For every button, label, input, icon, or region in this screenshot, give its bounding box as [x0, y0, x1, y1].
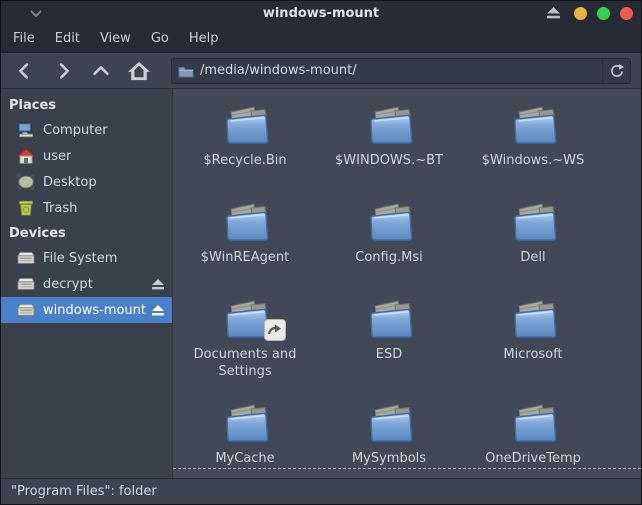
file-item[interactable]: Config.Msi	[317, 200, 461, 297]
folder-icon	[509, 200, 557, 244]
statusbar: "Program Files": folder	[1, 478, 641, 504]
refresh-button[interactable]	[602, 59, 630, 83]
desktop-icon	[17, 174, 35, 190]
file-name: Dell	[520, 250, 545, 267]
menu-edit[interactable]: Edit	[45, 26, 90, 51]
folder-icon	[221, 297, 269, 341]
forward-button[interactable]	[49, 57, 77, 85]
chevron-right-icon	[52, 60, 74, 82]
sidebar-item-computer[interactable]: Computer	[1, 117, 172, 143]
maximize-button[interactable]	[597, 7, 610, 20]
file-item[interactable]: OneDriveTemp	[461, 401, 605, 468]
trash-icon	[17, 200, 35, 216]
sidebar-item-desktop[interactable]: Desktop	[1, 169, 172, 195]
titlebar: windows-mount	[1, 1, 641, 25]
sidebar: Places Computer user Desktop Trash Devic…	[1, 89, 173, 478]
file-item[interactable]: Dell	[461, 200, 605, 297]
folder-icon	[221, 200, 269, 244]
drive-icon	[17, 250, 35, 266]
places-header: Places	[1, 93, 172, 117]
file-name: Documents and Settings	[179, 347, 311, 380]
path-input[interactable]: /media/windows-mount/	[200, 63, 602, 78]
menubar: File Edit View Go Help	[1, 25, 641, 53]
titlebar-eject-button[interactable]	[547, 7, 560, 19]
file-view[interactable]: $Recycle.Bin $WINDOWS.~BT $Windows.~WS $…	[173, 89, 641, 478]
minimize-button[interactable]	[574, 7, 587, 20]
folder-icon	[365, 200, 413, 244]
folder-icon	[509, 297, 557, 341]
home-folder-icon	[17, 148, 35, 164]
home-icon	[127, 60, 151, 82]
refresh-icon	[609, 63, 625, 79]
eject-icon	[152, 279, 164, 290]
status-text: "Program Files": folder	[11, 484, 157, 499]
file-name: $WinREAgent	[201, 250, 289, 267]
symlink-arrow-icon	[268, 324, 282, 336]
menu-view[interactable]: View	[90, 26, 141, 51]
file-item[interactable]: MySymbols	[317, 401, 461, 468]
eject-icon	[547, 7, 560, 19]
file-item[interactable]: Microsoft	[461, 297, 605, 401]
eject-decrypt-button[interactable]	[152, 279, 164, 290]
eject-windows-mount-button[interactable]	[152, 305, 164, 316]
sidebar-item-windows-mount[interactable]: windows-mount	[1, 297, 172, 323]
file-item[interactable]: $Windows.~WS	[461, 103, 605, 200]
home-button[interactable]	[125, 57, 153, 85]
chevron-left-icon	[14, 60, 36, 82]
chevron-up-icon	[90, 60, 112, 82]
folder-icon	[365, 401, 413, 445]
file-item-symlink[interactable]: Documents and Settings	[173, 297, 317, 401]
menu-go[interactable]: Go	[141, 26, 179, 51]
folder-icon	[365, 297, 413, 341]
file-item[interactable]: $WinREAgent	[173, 200, 317, 297]
menu-file[interactable]: File	[3, 26, 45, 51]
file-item[interactable]: $WINDOWS.~BT	[317, 103, 461, 200]
computer-icon	[17, 122, 35, 138]
devices-header: Devices	[1, 221, 172, 245]
window-menu-button[interactable]	[27, 1, 45, 25]
folder-small-icon	[178, 64, 194, 78]
file-name: $Windows.~WS	[482, 153, 584, 170]
file-name: ESD	[376, 347, 402, 364]
file-item[interactable]: $Recycle.Bin	[173, 103, 317, 200]
file-item[interactable]: ESD	[317, 297, 461, 401]
window-title: windows-mount	[263, 6, 379, 21]
file-name: Microsoft	[503, 347, 562, 364]
up-button[interactable]	[87, 57, 115, 85]
file-grid: $Recycle.Bin $WINDOWS.~BT $Windows.~WS $…	[173, 89, 641, 468]
file-name: MyCache	[215, 451, 274, 468]
eject-icon	[152, 305, 164, 316]
toolbar: /media/windows-mount/	[1, 53, 641, 89]
folder-icon	[365, 103, 413, 147]
sidebar-item-decrypt[interactable]: decrypt	[1, 271, 172, 297]
menu-help[interactable]: Help	[179, 26, 229, 51]
sidebar-item-user[interactable]: user	[1, 143, 172, 169]
back-button[interactable]	[11, 57, 39, 85]
folder-icon	[509, 401, 557, 445]
drive-icon	[17, 276, 35, 292]
sidebar-item-file-system[interactable]: File System	[1, 245, 172, 271]
sidebar-item-trash[interactable]: Trash	[1, 195, 172, 221]
file-name: OneDriveTemp	[485, 451, 581, 468]
chevron-down-icon	[27, 4, 45, 22]
file-name: Config.Msi	[355, 250, 422, 267]
file-manager-window: windows-mount File Edit View Go Help	[0, 0, 642, 505]
file-item[interactable]: MyCache	[173, 401, 317, 468]
close-button[interactable]	[620, 7, 633, 20]
symlink-badge	[264, 319, 286, 341]
folder-icon	[221, 103, 269, 147]
folder-icon	[509, 103, 557, 147]
file-name: $WINDOWS.~BT	[335, 153, 443, 170]
file-name: MySymbols	[352, 451, 426, 468]
folder-icon	[221, 401, 269, 445]
drive-icon	[17, 302, 35, 318]
file-name: $Recycle.Bin	[203, 153, 286, 170]
selection-marquee-edge	[173, 468, 641, 469]
path-bar[interactable]: /media/windows-mount/	[171, 58, 631, 84]
